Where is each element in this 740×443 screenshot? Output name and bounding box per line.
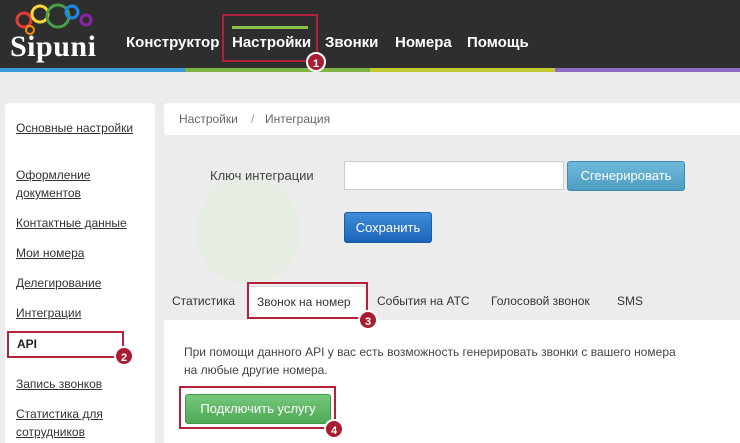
annotation-marker-1: 1: [306, 52, 326, 72]
annotation-box-2: [7, 331, 124, 358]
annotation-marker-3: 3: [358, 310, 378, 330]
top-header: Sipuni Конструктор Настройки Звонки Номе…: [0, 0, 740, 68]
header-stripe-yellow: [370, 68, 555, 72]
tab-voice-call[interactable]: Голосовой звонок: [491, 294, 590, 308]
generate-button[interactable]: Сгенерировать: [567, 161, 685, 191]
breadcrumb-current: Интеграция: [265, 112, 331, 126]
annotation-marker-2: 2: [114, 346, 134, 366]
sidebar-item-delegation[interactable]: Делегирование: [16, 274, 146, 292]
header-stripe-purple: [555, 68, 740, 72]
breadcrumb-separator: /: [251, 112, 255, 126]
annotation-box-3: [247, 282, 368, 319]
sidebar-item-general[interactable]: Основные настройки: [16, 119, 146, 137]
header-stripe-green: [185, 68, 370, 72]
sidebar-item-integrations[interactable]: Интеграции: [16, 304, 146, 322]
sipuni-logo[interactable]: Sipuni: [6, 2, 106, 64]
sidebar-item-documents[interactable]: Оформление документов: [16, 166, 146, 202]
annotation-box-4: [179, 386, 336, 429]
breadcrumb: Настройки / Интеграция: [164, 103, 740, 135]
header-stripe-blue: [0, 68, 185, 72]
integration-key-input[interactable]: [344, 161, 564, 190]
annotation-marker-4: 4: [324, 419, 344, 439]
nav-calls[interactable]: Звонки: [325, 34, 378, 51]
cursor-highlight-circle: [195, 178, 301, 284]
settings-sidebar: Основные настройки Оформление документов…: [5, 103, 155, 443]
tab-statistics[interactable]: Статистика: [172, 294, 235, 308]
logo-text: Sipuni: [10, 30, 97, 63]
tab-pbx-events[interactable]: События на АТС: [377, 294, 470, 308]
save-button[interactable]: Сохранить: [344, 212, 432, 243]
annotation-box-1: [222, 14, 318, 62]
tab-sms[interactable]: SMS: [617, 294, 643, 308]
breadcrumb-root[interactable]: Настройки: [179, 112, 238, 126]
nav-constructor[interactable]: Конструктор: [126, 34, 219, 51]
integration-key-label: Ключ интеграции: [210, 168, 314, 183]
sidebar-item-contacts[interactable]: Контактные данные: [16, 214, 146, 232]
sidebar-item-employee-stats[interactable]: Статистика для сотрудников: [16, 405, 146, 441]
api-description: При помощи данного API у вас есть возмож…: [184, 345, 676, 377]
sidebar-item-my-numbers[interactable]: Мои номера: [16, 244, 146, 262]
nav-help[interactable]: Помощь: [467, 34, 529, 51]
nav-numbers[interactable]: Номера: [395, 34, 452, 51]
sidebar-item-call-recording[interactable]: Запись звонков: [16, 375, 146, 393]
